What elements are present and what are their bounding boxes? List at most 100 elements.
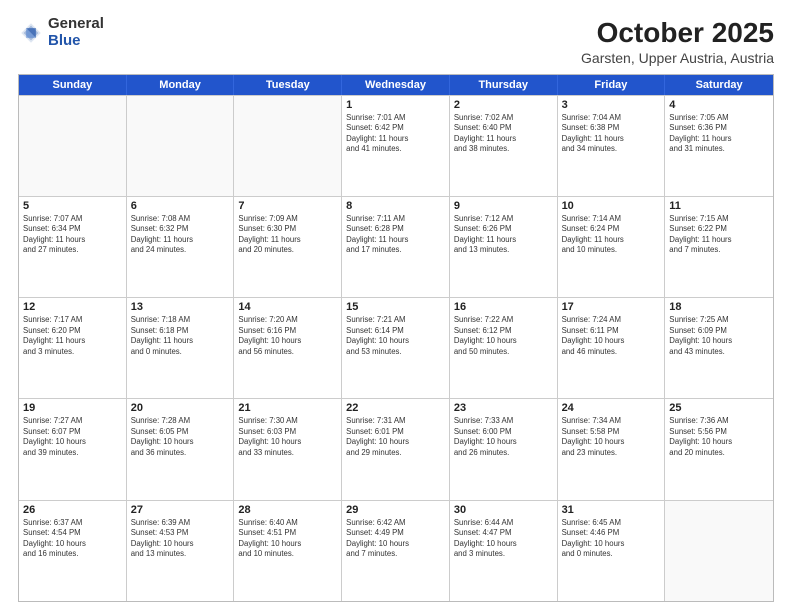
calendar-header-cell: Wednesday	[342, 75, 450, 95]
cell-date-number: 20	[131, 402, 230, 414]
calendar-body: 1 Sunrise: 7:01 AM Sunset: 6:42 PM Daylig…	[19, 95, 773, 601]
cell-date-number: 1	[346, 99, 445, 111]
cell-date-number: 28	[238, 504, 337, 516]
calendar-header-cell: Tuesday	[234, 75, 342, 95]
cell-info-text: Sunrise: 7:15 AM Sunset: 6:22 PM Dayligh…	[669, 214, 769, 256]
cell-date-number: 7	[238, 200, 337, 212]
cell-info-text: Sunrise: 7:01 AM Sunset: 6:42 PM Dayligh…	[346, 113, 445, 155]
logo-text-block: General Blue	[48, 16, 104, 49]
calendar-cell: 29 Sunrise: 6:42 AM Sunset: 4:49 PM Dayli…	[342, 501, 450, 601]
calendar-cell: 2 Sunrise: 7:02 AM Sunset: 6:40 PM Daylig…	[450, 96, 558, 196]
cell-date-number: 24	[562, 402, 661, 414]
logo-blue: Blue	[48, 33, 104, 50]
calendar-row: 5Sunrise: 7:07 AM Sunset: 6:34 PM Daylig…	[19, 196, 773, 297]
cell-info-text: Sunrise: 7:28 AM Sunset: 6:05 PM Dayligh…	[131, 416, 230, 458]
cell-date-number: 12	[23, 301, 122, 313]
calendar-cell: 1 Sunrise: 7:01 AM Sunset: 6:42 PM Daylig…	[342, 96, 450, 196]
cell-info-text: Sunrise: 7:12 AM Sunset: 6:26 PM Dayligh…	[454, 214, 553, 256]
calendar-cell: 31 Sunrise: 6:45 AM Sunset: 4:46 PM Dayli…	[558, 501, 666, 601]
cell-info-text: Sunrise: 7:31 AM Sunset: 6:01 PM Dayligh…	[346, 416, 445, 458]
cell-date-number: 3	[562, 99, 661, 111]
page: General Blue October 2025 Garsten, Upper…	[0, 0, 792, 612]
cell-info-text: Sunrise: 7:22 AM Sunset: 6:12 PM Dayligh…	[454, 315, 553, 357]
cell-info-text: Sunrise: 7:09 AM Sunset: 6:30 PM Dayligh…	[238, 214, 337, 256]
calendar-cell: 14 Sunrise: 7:20 AM Sunset: 6:16 PM Dayli…	[234, 298, 342, 398]
cell-date-number: 21	[238, 402, 337, 414]
cell-info-text: Sunrise: 6:40 AM Sunset: 4:51 PM Dayligh…	[238, 518, 337, 560]
calendar-header-cell: Friday	[558, 75, 666, 95]
calendar-cell: 7 Sunrise: 7:09 AM Sunset: 6:30 PM Daylig…	[234, 197, 342, 297]
calendar-cell: 22Sunrise: 7:31 AM Sunset: 6:01 PM Dayli…	[342, 399, 450, 499]
calendar-cell	[665, 501, 773, 601]
calendar-cell: 12Sunrise: 7:17 AM Sunset: 6:20 PM Dayli…	[19, 298, 127, 398]
cell-date-number: 14	[238, 301, 337, 313]
cell-info-text: Sunrise: 7:02 AM Sunset: 6:40 PM Dayligh…	[454, 113, 553, 155]
logo-icon	[20, 22, 42, 44]
cell-info-text: Sunrise: 7:25 AM Sunset: 6:09 PM Dayligh…	[669, 315, 769, 357]
cell-info-text: Sunrise: 6:45 AM Sunset: 4:46 PM Dayligh…	[562, 518, 661, 560]
cell-date-number: 10	[562, 200, 661, 212]
calendar-cell: 24 Sunrise: 7:34 AM Sunset: 5:58 PM Dayli…	[558, 399, 666, 499]
calendar-cell: 11 Sunrise: 7:15 AM Sunset: 6:22 PM Dayli…	[665, 197, 773, 297]
calendar-cell: 17Sunrise: 7:24 AM Sunset: 6:11 PM Dayli…	[558, 298, 666, 398]
calendar-cell: 23 Sunrise: 7:33 AM Sunset: 6:00 PM Dayli…	[450, 399, 558, 499]
cell-date-number: 26	[23, 504, 122, 516]
cell-info-text: Sunrise: 7:08 AM Sunset: 6:32 PM Dayligh…	[131, 214, 230, 256]
cell-date-number: 19	[23, 402, 122, 414]
cell-info-text: Sunrise: 7:34 AM Sunset: 5:58 PM Dayligh…	[562, 416, 661, 458]
cell-info-text: Sunrise: 7:05 AM Sunset: 6:36 PM Dayligh…	[669, 113, 769, 155]
calendar-header-cell: Monday	[127, 75, 235, 95]
calendar: SundayMondayTuesdayWednesdayThursdayFrid…	[18, 74, 774, 602]
cell-date-number: 31	[562, 504, 661, 516]
cell-date-number: 29	[346, 504, 445, 516]
calendar-cell: 26Sunrise: 6:37 AM Sunset: 4:54 PM Dayli…	[19, 501, 127, 601]
cell-date-number: 4	[669, 99, 769, 111]
calendar-cell: 10Sunrise: 7:14 AM Sunset: 6:24 PM Dayli…	[558, 197, 666, 297]
calendar-cell: 4 Sunrise: 7:05 AM Sunset: 6:36 PM Daylig…	[665, 96, 773, 196]
calendar-title: October 2025	[581, 16, 774, 50]
cell-info-text: Sunrise: 7:04 AM Sunset: 6:38 PM Dayligh…	[562, 113, 661, 155]
calendar-header-cell: Saturday	[665, 75, 773, 95]
calendar-row: 26Sunrise: 6:37 AM Sunset: 4:54 PM Dayli…	[19, 500, 773, 601]
cell-info-text: Sunrise: 6:44 AM Sunset: 4:47 PM Dayligh…	[454, 518, 553, 560]
calendar-cell: 25Sunrise: 7:36 AM Sunset: 5:56 PM Dayli…	[665, 399, 773, 499]
cell-date-number: 25	[669, 402, 769, 414]
cell-info-text: Sunrise: 7:18 AM Sunset: 6:18 PM Dayligh…	[131, 315, 230, 357]
calendar-cell: 5Sunrise: 7:07 AM Sunset: 6:34 PM Daylig…	[19, 197, 127, 297]
cell-info-text: Sunrise: 7:24 AM Sunset: 6:11 PM Dayligh…	[562, 315, 661, 357]
cell-date-number: 23	[454, 402, 553, 414]
calendar-cell: 30 Sunrise: 6:44 AM Sunset: 4:47 PM Dayli…	[450, 501, 558, 601]
cell-info-text: Sunrise: 7:20 AM Sunset: 6:16 PM Dayligh…	[238, 315, 337, 357]
header: General Blue October 2025 Garsten, Upper…	[18, 16, 774, 66]
cell-info-text: Sunrise: 7:27 AM Sunset: 6:07 PM Dayligh…	[23, 416, 122, 458]
calendar-header-row: SundayMondayTuesdayWednesdayThursdayFrid…	[19, 75, 773, 95]
calendar-header-cell: Sunday	[19, 75, 127, 95]
cell-info-text: Sunrise: 7:07 AM Sunset: 6:34 PM Dayligh…	[23, 214, 122, 256]
cell-info-text: Sunrise: 7:11 AM Sunset: 6:28 PM Dayligh…	[346, 214, 445, 256]
title-block: October 2025 Garsten, Upper Austria, Aus…	[581, 16, 774, 66]
calendar-row: 1 Sunrise: 7:01 AM Sunset: 6:42 PM Daylig…	[19, 95, 773, 196]
calendar-cell: 15Sunrise: 7:21 AM Sunset: 6:14 PM Dayli…	[342, 298, 450, 398]
calendar-header-cell: Thursday	[450, 75, 558, 95]
cell-date-number: 30	[454, 504, 553, 516]
cell-info-text: Sunrise: 6:42 AM Sunset: 4:49 PM Dayligh…	[346, 518, 445, 560]
calendar-cell: 20 Sunrise: 7:28 AM Sunset: 6:05 PM Dayli…	[127, 399, 235, 499]
cell-date-number: 27	[131, 504, 230, 516]
cell-date-number: 16	[454, 301, 553, 313]
calendar-cell: 28 Sunrise: 6:40 AM Sunset: 4:51 PM Dayli…	[234, 501, 342, 601]
cell-date-number: 6	[131, 200, 230, 212]
logo-general: General	[48, 16, 104, 33]
cell-info-text: Sunrise: 7:33 AM Sunset: 6:00 PM Dayligh…	[454, 416, 553, 458]
cell-info-text: Sunrise: 6:39 AM Sunset: 4:53 PM Dayligh…	[131, 518, 230, 560]
calendar-cell: 18Sunrise: 7:25 AM Sunset: 6:09 PM Dayli…	[665, 298, 773, 398]
logo: General Blue	[18, 16, 104, 49]
calendar-cell: 6 Sunrise: 7:08 AM Sunset: 6:32 PM Daylig…	[127, 197, 235, 297]
calendar-cell	[127, 96, 235, 196]
calendar-cell: 21Sunrise: 7:30 AM Sunset: 6:03 PM Dayli…	[234, 399, 342, 499]
cell-date-number: 11	[669, 200, 769, 212]
calendar-cell: 8Sunrise: 7:11 AM Sunset: 6:28 PM Daylig…	[342, 197, 450, 297]
cell-info-text: Sunrise: 7:21 AM Sunset: 6:14 PM Dayligh…	[346, 315, 445, 357]
calendar-cell	[234, 96, 342, 196]
cell-date-number: 2	[454, 99, 553, 111]
calendar-row: 19 Sunrise: 7:27 AM Sunset: 6:07 PM Dayli…	[19, 398, 773, 499]
